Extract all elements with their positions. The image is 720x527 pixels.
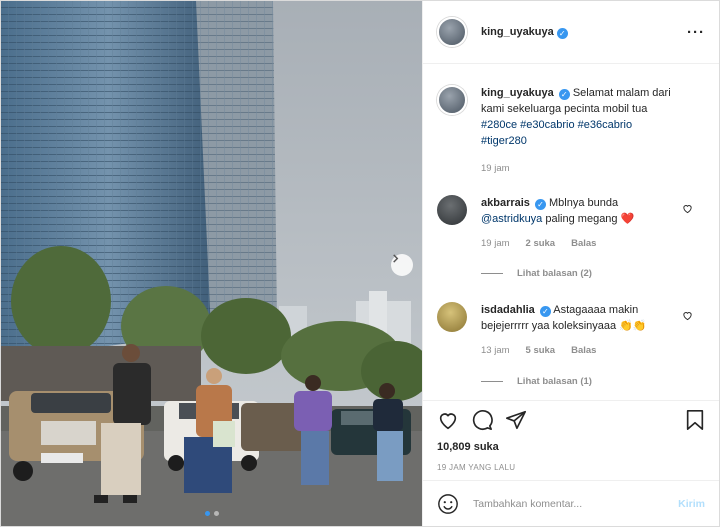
verified-badge-icon: ✓ [534, 199, 546, 210]
chevron-right-icon [393, 254, 399, 263]
caption-body: king_uyakuya ✓ Selamat malam dari kami se… [481, 85, 681, 177]
reply-button[interactable]: Balas [571, 236, 596, 252]
verified-badge-icon: ✓ [539, 306, 551, 317]
post-side-panel: king_uyakuya ✓ ··· king_uyakuya ✓ Selamat … [422, 1, 719, 526]
replies-divider [481, 273, 503, 274]
heart-emoji: ❤️ [620, 213, 635, 225]
comment-composer: Kirim [423, 480, 719, 526]
author-avatar[interactable] [437, 85, 467, 115]
heart-icon[interactable] [682, 203, 693, 214]
comments-list: king_uyakuya ✓ Selamat malam dari kami se… [423, 65, 719, 400]
view-replies-button[interactable]: Lihat balasan (1) [481, 376, 592, 387]
commenter-avatar[interactable] [437, 302, 467, 332]
hashtag[interactable]: #tiger280 [481, 135, 527, 147]
carousel-indicator [1, 511, 422, 516]
verified-badge-icon: ✓ [556, 27, 568, 39]
comment-button[interactable] [471, 409, 493, 431]
comment-time[interactable]: 13 jam [481, 343, 510, 359]
bookmark-icon [686, 410, 704, 430]
commenter-username[interactable]: isdadahlia [481, 304, 535, 316]
action-icons [437, 407, 705, 433]
hashtag[interactable]: #280ce [481, 119, 517, 131]
caption-meta: 19 jam [481, 161, 681, 177]
comment-mention[interactable]: @astridkuya [481, 213, 542, 225]
comment-meta: 19 jam 2 suka Balas [481, 236, 681, 252]
post-header: king_uyakuya ✓ ··· [423, 1, 719, 64]
comment-text: Mblnya bunda [549, 197, 619, 209]
post-dialog: king_uyakuya ✓ ··· king_uyakuya ✓ Selamat … [0, 0, 720, 527]
emoji-icon[interactable] [437, 493, 459, 515]
hashtag[interactable]: #e36cabrio [578, 119, 632, 131]
view-replies-label: Lihat balasan (1) [517, 376, 592, 387]
comment-icon [472, 410, 493, 430]
caption-username[interactable]: king_uyakuya [481, 87, 554, 99]
carousel-dot-1 [204, 511, 210, 516]
post-actions: 10,809 suka 19 JAM YANG LALU [423, 400, 719, 480]
comment-text-continued: paling megang [545, 213, 618, 225]
comment-likes[interactable]: 5 suka [526, 343, 556, 359]
comment-time[interactable]: 19 jam [481, 236, 510, 252]
carousel-dot-2 [213, 511, 219, 516]
likes-count[interactable]: 10,809 suka [437, 441, 705, 453]
heart-icon[interactable] [682, 310, 693, 321]
heart-icon [439, 413, 457, 430]
comment-item: isdadahlia ✓ Astagaaaa makin bejejerrrrr … [423, 302, 719, 359]
comment-item: akbarrais ✓ Mblnya bunda @astridkuya pali… [423, 195, 719, 252]
comment-body: akbarrais ✓ Mblnya bunda @astridkuya pali… [481, 195, 681, 252]
post-comment-button[interactable]: Kirim [678, 498, 705, 510]
post-timestamp[interactable]: 19 JAM YANG LALU [437, 463, 705, 472]
carousel-next-button[interactable] [391, 254, 413, 276]
commenter-avatar[interactable] [437, 195, 467, 225]
comment-input[interactable] [473, 497, 679, 510]
view-replies-button[interactable]: Lihat balasan (2) [481, 268, 592, 279]
comment-body: isdadahlia ✓ Astagaaaa makin bejejerrrrr … [481, 302, 681, 359]
post-caption: king_uyakuya ✓ Selamat malam dari kami se… [423, 85, 719, 177]
send-icon [506, 410, 526, 430]
save-button[interactable] [685, 409, 705, 431]
commenter-username[interactable]: akbarrais [481, 197, 530, 209]
author-username[interactable]: king_uyakuya [481, 26, 554, 38]
post-photo[interactable] [1, 1, 422, 526]
photo-scene [1, 1, 422, 526]
replies-divider [481, 381, 503, 382]
clap-emoji: 👏👏 [619, 320, 647, 332]
share-button[interactable] [505, 409, 527, 431]
comment-likes[interactable]: 2 suka [526, 236, 556, 252]
like-button[interactable] [437, 409, 459, 431]
verified-badge-icon: ✓ [558, 89, 570, 100]
reply-button[interactable]: Balas [571, 343, 596, 359]
hashtag[interactable]: #e30cabrio [520, 119, 574, 131]
view-replies-label: Lihat balasan (2) [517, 268, 592, 279]
author-name-wrap: king_uyakuya ✓ [481, 26, 568, 39]
caption-time[interactable]: 19 jam [481, 161, 510, 177]
comment-meta: 13 jam 5 suka Balas [481, 343, 681, 359]
more-options-icon[interactable]: ··· [687, 24, 705, 41]
author-avatar[interactable] [437, 17, 467, 47]
